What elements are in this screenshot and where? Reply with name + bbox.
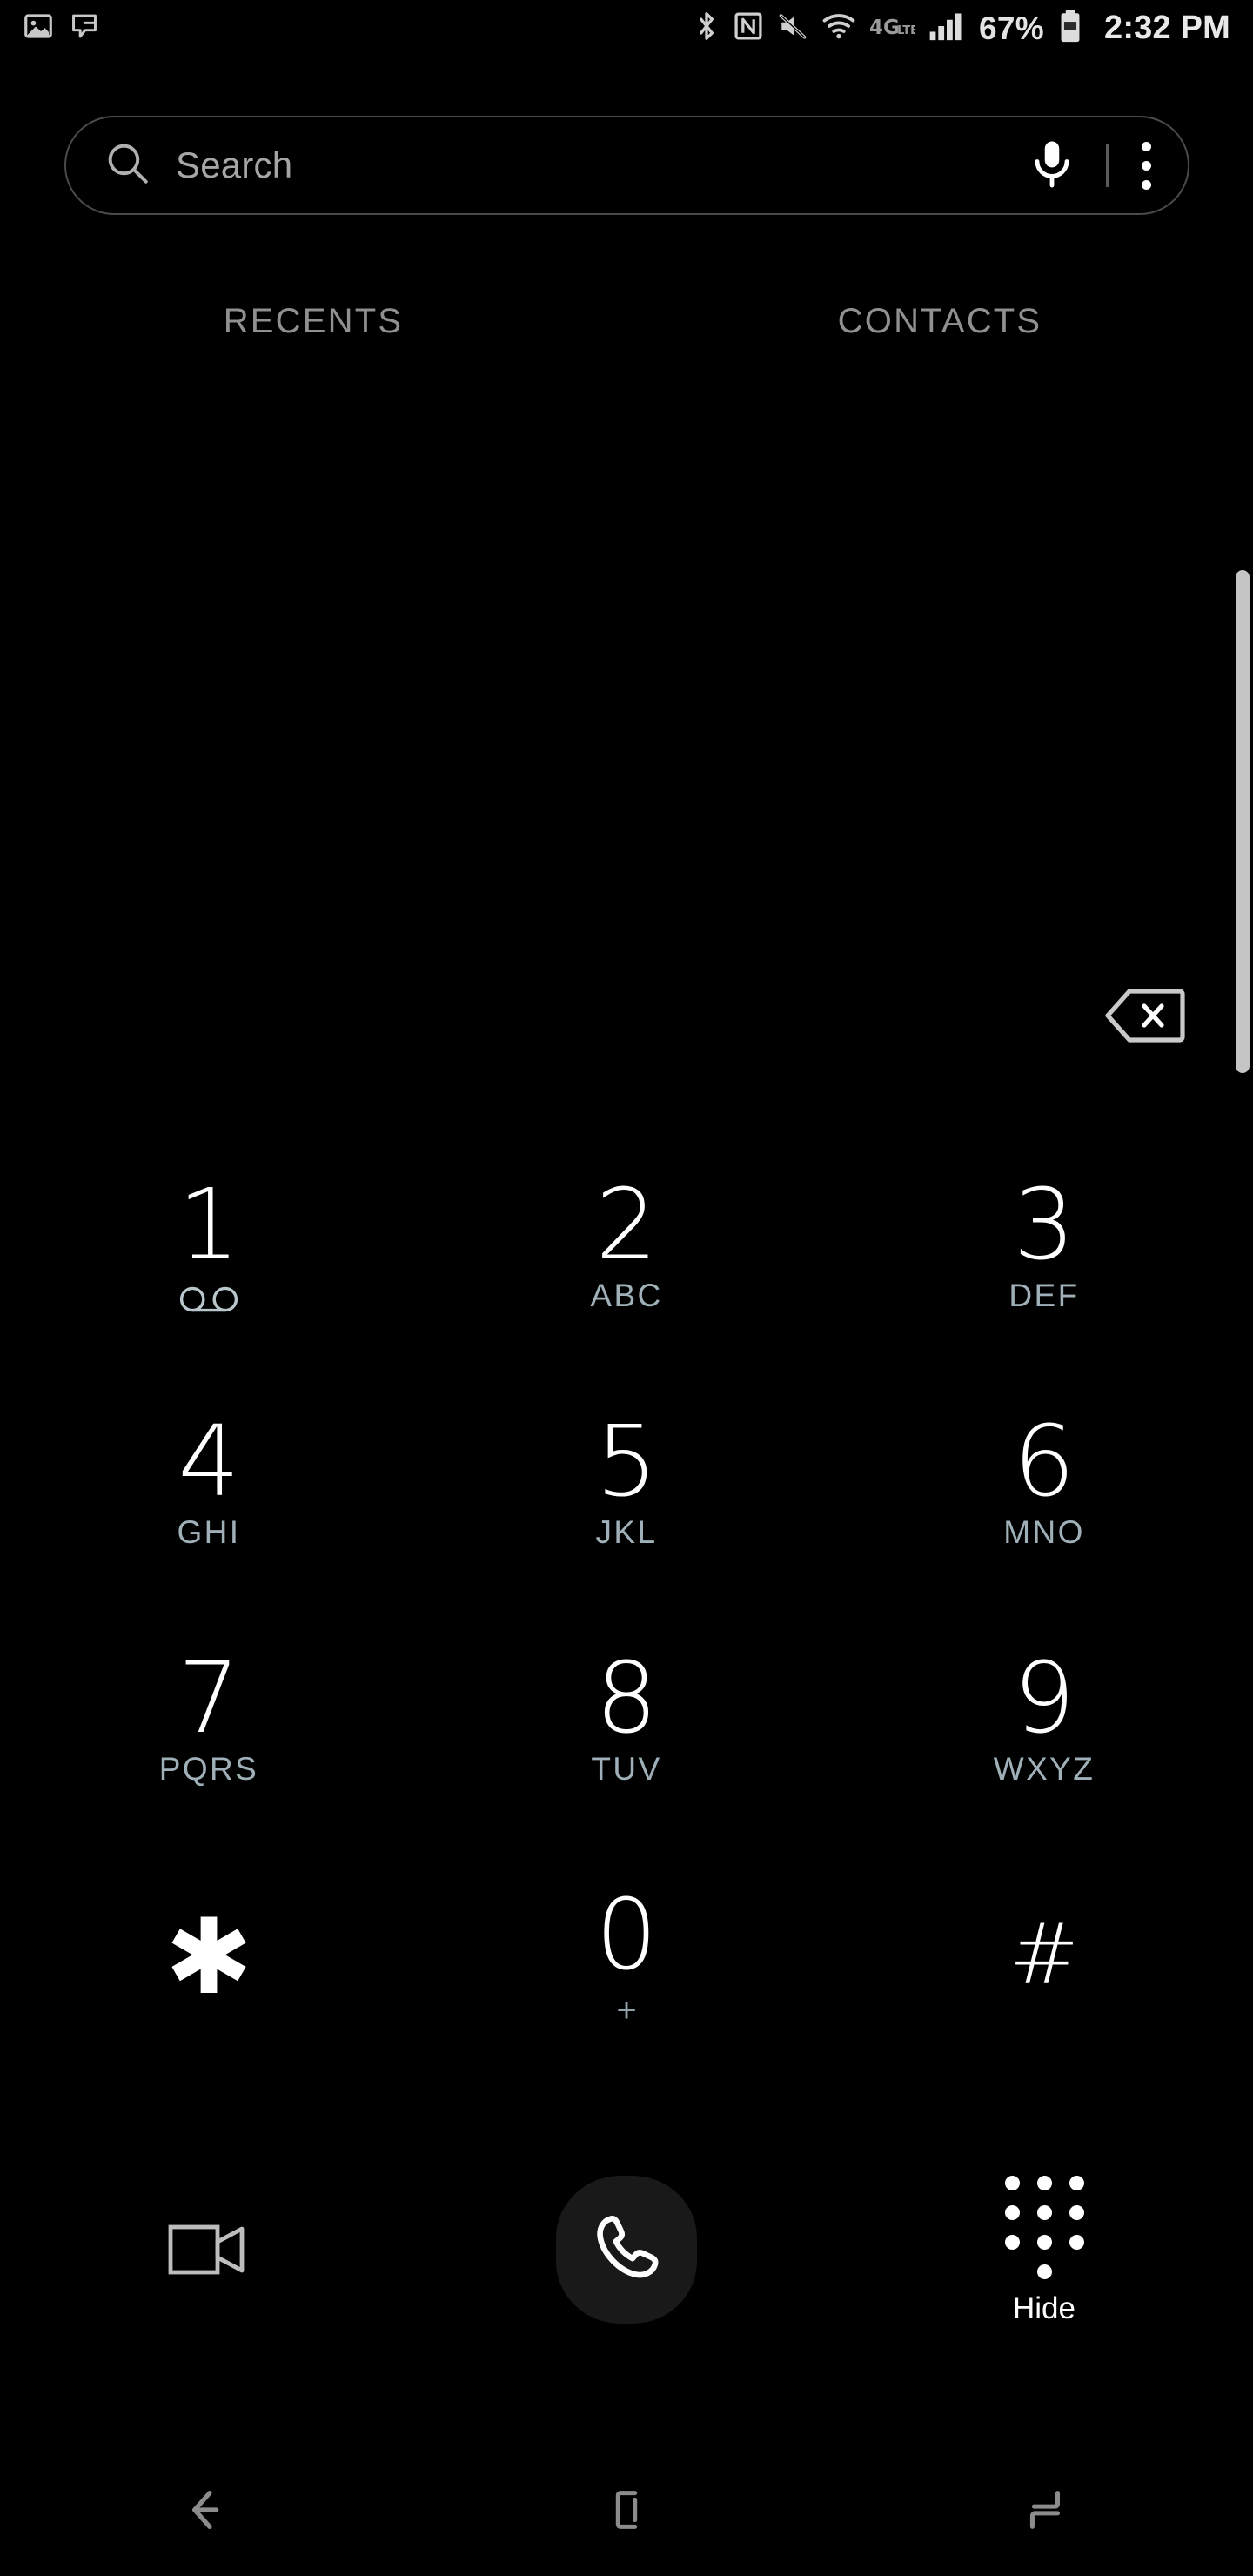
key-4[interactable]: 4 GHI [0, 1413, 418, 1650]
status-bar-clock: 2:32 PM [1103, 10, 1230, 46]
tab-recents[interactable]: RECENTS [0, 287, 626, 355]
key-1[interactable]: 1 [0, 1177, 418, 1413]
battery-icon [1058, 9, 1082, 48]
dialpad-row: 4 GHI 5 JKL 6 MNO [0, 1413, 1253, 1650]
key-hash-glyph: # [1008, 1906, 1080, 2003]
key-0-digit: 0 [595, 1879, 658, 1992]
keypad-dots-icon [1004, 2176, 1084, 2279]
back-icon [180, 2481, 238, 2543]
bluetooth-icon [694, 10, 720, 47]
tab-contacts[interactable]: CONTACTS [626, 287, 1253, 355]
key-star-glyph: ✱ [164, 1897, 253, 2018]
hide-label: Hide [1013, 2291, 1075, 2325]
key-2-digit: 2 [595, 1169, 658, 1282]
call-button-bg [556, 2176, 697, 2324]
search-icon [104, 140, 151, 191]
status-bar: 4G LTE 67% 2:32 PM [0, 0, 1253, 56]
key-5[interactable]: 5 JKL [418, 1413, 835, 1650]
key-hash[interactable]: # [835, 1887, 1253, 2123]
key-8-digit: 8 [595, 1642, 658, 1755]
tab-bar: RECENTS CONTACTS [0, 287, 1253, 355]
backspace-button[interactable] [1102, 986, 1186, 1045]
key-1-digit: 1 [178, 1169, 240, 1282]
video-call-button[interactable] [0, 2141, 418, 2358]
signal-icon [928, 10, 965, 46]
nfc-icon [734, 10, 763, 47]
voicemail-icon [179, 1285, 238, 1318]
status-bar-right: 4G LTE 67% 2:32 PM [694, 9, 1230, 48]
search-bar[interactable]: Search [64, 116, 1189, 215]
message-icon [70, 10, 99, 46]
dialpad: 1 2 ABC 3 DEF 4 GHI 5 JKL 6 MNO 7 PQRS 8… [0, 1177, 1253, 2123]
key-4-digit: 4 [178, 1405, 240, 1519]
voice-search-button[interactable] [1028, 137, 1076, 195]
key-0[interactable]: 0 + [418, 1887, 835, 2123]
battery-percent-label: 67% [979, 10, 1044, 46]
key-6[interactable]: 6 MNO [835, 1413, 1253, 1650]
svg-text:LTE: LTE [897, 24, 915, 37]
number-display-area [0, 366, 1253, 1149]
key-star[interactable]: ✱ [0, 1887, 418, 2123]
dialpad-row: 1 2 ABC 3 DEF [0, 1177, 1253, 1413]
recents-button[interactable] [835, 2483, 1253, 2541]
back-button[interactable] [0, 2481, 418, 2543]
key-3[interactable]: 3 DEF [835, 1177, 1253, 1413]
key-3-letters: DEF [1008, 1278, 1080, 1313]
home-icon [600, 2483, 653, 2541]
more-options-icon[interactable] [1142, 141, 1151, 190]
dialpad-row: 7 PQRS 8 TUV 9 WXYZ [0, 1650, 1253, 1887]
key-8-letters: TUV [591, 1751, 662, 1787]
search-input[interactable]: Search [176, 144, 292, 186]
key-5-digit: 5 [595, 1405, 658, 1519]
recents-icon [1017, 2483, 1071, 2541]
key-3-digit: 3 [1013, 1169, 1075, 1282]
search-bar-divider [1106, 144, 1109, 187]
key-9-letters: WXYZ [993, 1751, 1096, 1787]
key-8[interactable]: 8 TUV [418, 1650, 835, 1887]
svg-text:4G: 4G [869, 17, 900, 39]
home-button[interactable] [418, 2483, 835, 2541]
dialer-screen: 4G LTE 67% 2:32 PM [0, 0, 1253, 2576]
key-6-digit: 6 [1013, 1405, 1075, 1519]
call-button[interactable] [418, 2141, 835, 2358]
key-4-letters: GHI [177, 1514, 241, 1550]
key-9[interactable]: 9 WXYZ [835, 1650, 1253, 1887]
key-2[interactable]: 2 ABC [418, 1177, 835, 1413]
lte-icon: 4G LTE [869, 11, 918, 45]
key-6-letters: MNO [1003, 1514, 1085, 1550]
key-7-letters: PQRS [158, 1751, 259, 1787]
wifi-icon [822, 10, 855, 46]
key-9-digit: 9 [1013, 1642, 1075, 1755]
dialpad-row: ✱ 0 + # [0, 1887, 1253, 2123]
hide-keypad-button[interactable]: Hide [835, 2141, 1253, 2358]
image-icon [23, 10, 54, 46]
navigation-bar [0, 2447, 1253, 2576]
action-row: Hide [0, 2141, 1253, 2358]
key-5-letters: JKL [595, 1514, 658, 1550]
key-7[interactable]: 7 PQRS [0, 1650, 418, 1887]
call-icon [586, 2208, 667, 2292]
mute-icon [777, 10, 808, 47]
key-2-letters: ABC [590, 1278, 663, 1313]
status-bar-left [23, 10, 99, 46]
key-7-digit: 7 [178, 1642, 240, 1755]
scrollbar-thumb[interactable] [1236, 570, 1250, 1073]
key-0-plus: + [616, 1991, 637, 2029]
